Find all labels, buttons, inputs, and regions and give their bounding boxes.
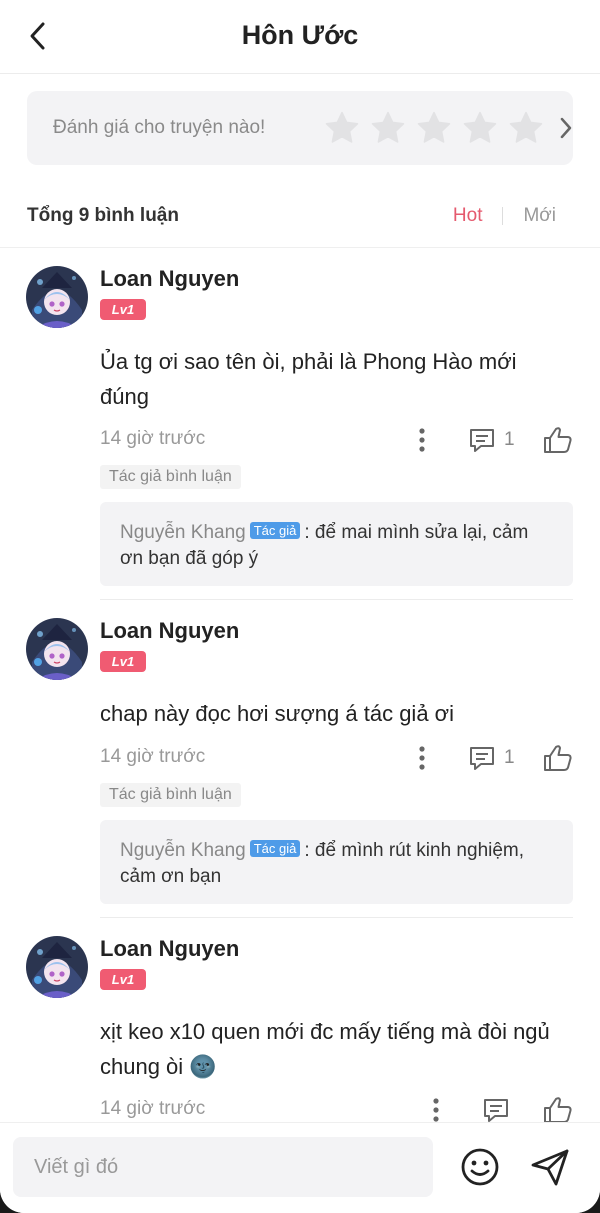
comment-input[interactable] [13,1137,433,1197]
author-reply[interactable]: Nguyễn Khang Tác giả: để mai mình sửa lại… [100,502,573,586]
more-vertical-icon [412,744,432,772]
more-button[interactable] [412,744,432,772]
star-icon[interactable] [369,109,407,147]
author-badge: Tác giả [249,840,301,857]
avatar[interactable] [26,936,88,998]
sort-toggle: Hot Mới [453,205,556,227]
level-badge: Lv1 [100,651,146,672]
sort-divider [502,207,504,225]
comment-divider [100,599,573,600]
comment-time: 14 giờ trước [100,428,206,449]
reply-count: 1 [504,747,515,768]
thumbs-up-icon[interactable] [543,1096,573,1124]
comment-icon [468,426,496,454]
rating-prompt[interactable]: Đánh giá cho truyện nào! [27,91,573,165]
comment-text: xịt keo x10 quen mới đc mấy tiếng mà đòi… [100,1019,550,1079]
emoji-icon[interactable] [459,1146,501,1188]
comment-divider [100,917,573,918]
author-badge: Tác giả [249,522,301,539]
chevron-right-icon [560,117,572,139]
comment-item: Loan Nguyen Lv1 Ủa tg ơi sao tên òi, phả… [0,266,600,600]
author-reply[interactable]: Nguyễn Khang Tác giả: để mình rút kinh ng… [100,820,573,904]
comment-text: Ủa tg ơi sao tên òi, phải là Phong Hào m… [100,349,517,409]
thumbs-up-icon[interactable] [543,744,573,772]
comment-username[interactable]: Loan Nguyen [100,618,239,644]
page-title: Hôn Ước [241,20,359,50]
star-icon[interactable] [507,109,545,147]
thumbs-up-icon[interactable] [543,426,573,454]
send-icon[interactable] [529,1146,571,1188]
more-vertical-icon [412,426,432,454]
comment-item: Loan Nguyen Lv1 xịt keo x10 quen mới đc … [0,936,600,1122]
author-commented-tag: Tác giả bình luận [100,465,241,489]
comment-icon [482,1096,510,1124]
comment-icon [468,744,496,772]
reply-author[interactable]: Nguyễn Khang [120,840,246,861]
more-button[interactable] [412,426,432,454]
reply-button[interactable]: 1 [468,744,515,772]
sort-hot-tab[interactable]: Hot [453,205,483,227]
more-button[interactable] [426,1096,446,1124]
comment-username[interactable]: Loan Nguyen [100,266,239,292]
reply-button[interactable] [482,1096,510,1124]
comment-meta: 14 giờ trước 1 [100,426,573,456]
author-commented-tag: Tác giả bình luận [100,783,241,807]
header: Hôn Ước [0,0,600,74]
comment-summary: Tổng 9 bình luận Hot Mới [27,203,573,231]
rating-prompt-text: Đánh giá cho truyện nào! [53,117,266,138]
reply-button[interactable]: 1 [468,426,515,454]
reply-author[interactable]: Nguyễn Khang [120,522,246,543]
divider [0,247,600,248]
comment-total: Tổng 9 bình luận [27,205,179,226]
rating-stars[interactable] [323,109,545,147]
star-icon[interactable] [461,109,499,147]
comment-username[interactable]: Loan Nguyen [100,936,239,962]
comment-text: chap này đọc hơi sượng á tác giả ơi [100,701,454,726]
comment-input-bar [0,1122,600,1213]
comment-time: 14 giờ trước [100,1098,206,1119]
comment-meta: 14 giờ trước 1 [100,744,573,774]
screen: Hôn Ước Đánh giá cho truyện nào! Tổng 9 … [0,0,600,1213]
level-badge: Lv1 [100,969,146,990]
sort-new-tab[interactable]: Mới [523,205,556,227]
comment-time: 14 giờ trước [100,746,206,767]
avatar[interactable] [26,266,88,328]
level-badge: Lv1 [100,299,146,320]
more-vertical-icon [426,1096,446,1124]
star-icon[interactable] [415,109,453,147]
comment-item: Loan Nguyen Lv1 chap này đọc hơi sượng á… [0,618,600,918]
avatar[interactable] [26,618,88,680]
reply-count: 1 [504,429,515,450]
star-icon[interactable] [323,109,361,147]
